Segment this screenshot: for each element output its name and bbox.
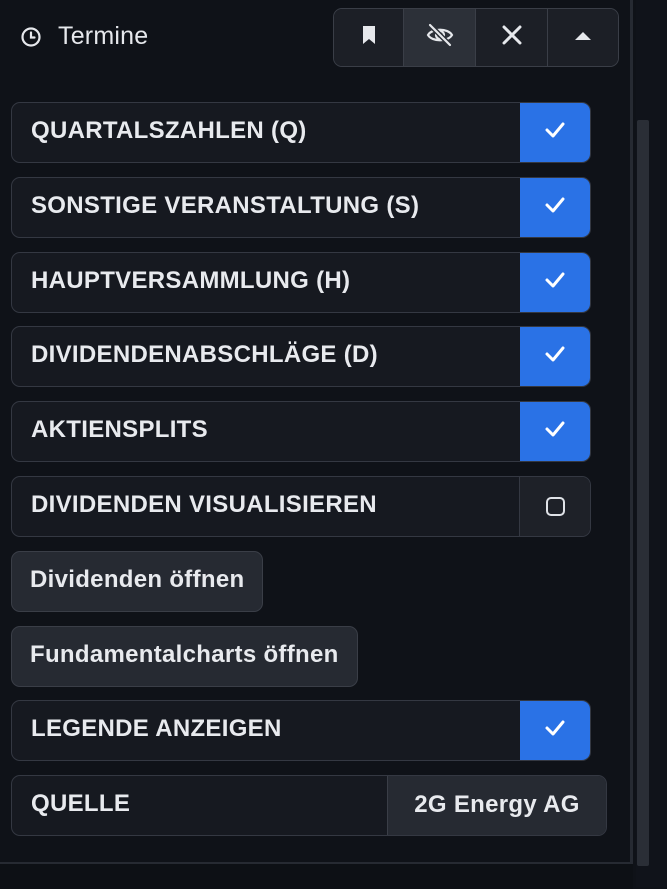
toggle-label: DIVIDENDENABSCHLÄGE (D) <box>31 341 378 368</box>
open-dividends-button[interactable]: Dividenden öffnen <box>11 551 264 612</box>
checkbox-checked[interactable] <box>520 327 590 386</box>
toggle-sonstige-veranstaltung[interactable]: SONSTIGE VERANSTALTUNG (S) <box>11 177 591 238</box>
source-select[interactable]: 2G Energy AG <box>387 776 606 835</box>
toggle-label: AKTIENSPLITS <box>31 416 208 443</box>
scrollbar[interactable] <box>637 120 649 866</box>
checkbox-checked[interactable] <box>520 402 590 461</box>
panel-toolbar <box>333 8 619 67</box>
chevron-up-icon <box>573 29 593 47</box>
toggle-label: SONSTIGE VERANSTALTUNG (S) <box>31 192 420 219</box>
panel-border <box>630 0 633 887</box>
toggle-label: QUARTALSZAHLEN (Q) <box>31 117 307 144</box>
eye-off-icon <box>425 23 455 52</box>
toggle-legende-anzeigen[interactable]: LEGENDE ANZEIGEN <box>11 700 591 761</box>
empty-checkbox-icon <box>545 497 565 516</box>
checkbox-checked[interactable] <box>520 701 590 760</box>
checkbox-checked[interactable] <box>520 103 590 162</box>
clock-icon <box>20 26 42 48</box>
checkbox-checked[interactable] <box>520 253 590 312</box>
termine-panel: Termine QUARTALSZAHLEN (Q) SONSTIGE VERA… <box>0 0 632 862</box>
toggle-dividenden-visualisieren[interactable]: DIVIDENDEN VISUALISIEREN <box>11 476 591 537</box>
open-fundamentals-button[interactable]: Fundamentalcharts öffnen <box>11 626 358 687</box>
bookmark-icon <box>361 25 377 50</box>
toggle-label: DIVIDENDEN VISUALISIEREN <box>31 491 377 518</box>
check-icon <box>544 719 566 742</box>
checkbox-checked[interactable] <box>520 178 590 237</box>
check-icon <box>544 420 566 443</box>
toggle-label: LEGENDE ANZEIGEN <box>31 715 282 742</box>
collapse-button[interactable] <box>548 9 618 66</box>
toggle-aktiensplits[interactable]: AKTIENSPLITS <box>11 401 591 462</box>
panel-header: Termine <box>0 0 630 75</box>
toggle-quartalszahlen[interactable]: QUARTALSZAHLEN (Q) <box>11 102 591 163</box>
hide-button[interactable] <box>404 9 476 66</box>
checkbox-unchecked[interactable] <box>519 477 590 536</box>
toggle-hauptversammlung[interactable]: HAUPTVERSAMMLUNG (H) <box>11 252 591 313</box>
bottom-divider <box>0 862 633 889</box>
bookmark-button[interactable] <box>334 9 404 66</box>
toggle-label: HAUPTVERSAMMLUNG (H) <box>31 267 351 294</box>
check-icon <box>544 345 566 368</box>
source-label: QUELLE <box>31 790 131 817</box>
toggle-dividendenabschlaege[interactable]: DIVIDENDENABSCHLÄGE (D) <box>11 326 591 387</box>
check-icon <box>544 271 566 294</box>
close-icon <box>501 24 523 51</box>
check-icon <box>544 121 566 144</box>
check-icon <box>544 196 566 219</box>
panel-title: Termine <box>58 22 149 50</box>
source-row: QUELLE 2G Energy AG <box>11 775 607 836</box>
close-button[interactable] <box>476 9 548 66</box>
